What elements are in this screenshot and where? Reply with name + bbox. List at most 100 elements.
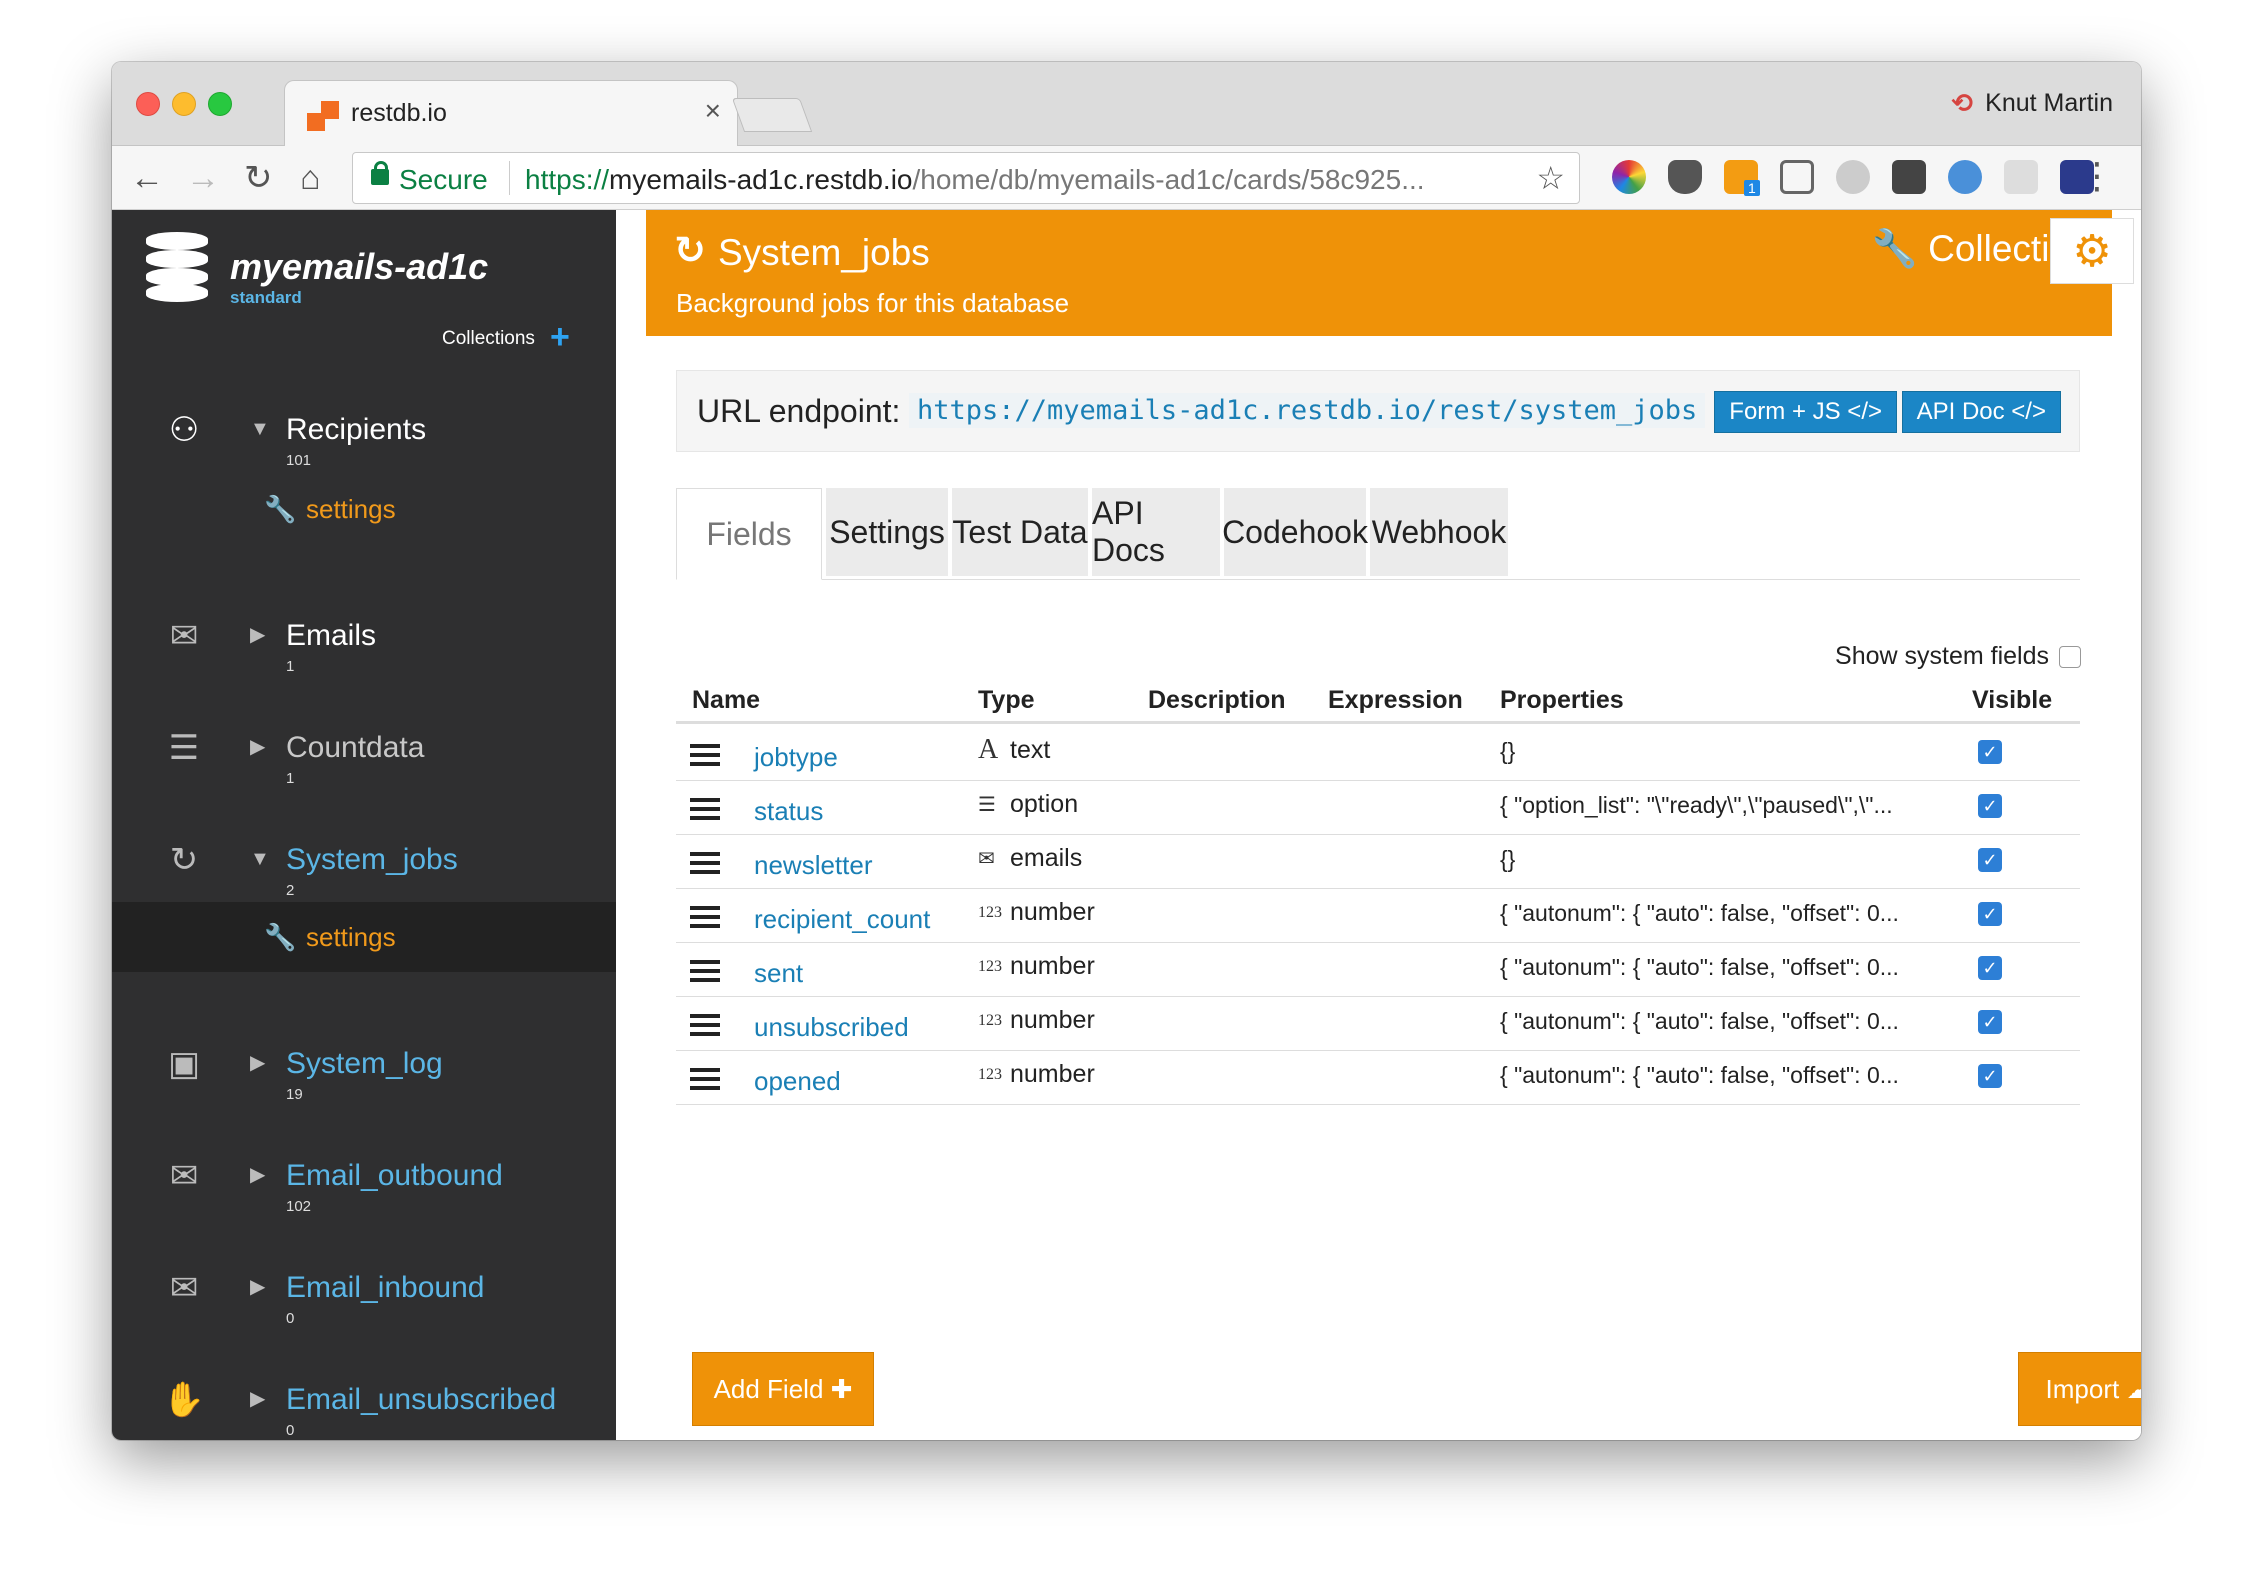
profile-button[interactable]: ⟲ Knut Martin	[1951, 88, 2113, 119]
wrench-icon: 🔧	[264, 922, 297, 952]
show-system-fields-toggle[interactable]: Show system fields	[1835, 642, 2081, 671]
drag-handle-icon[interactable]	[690, 1068, 720, 1090]
drag-handle-icon[interactable]	[690, 744, 720, 766]
endpoint-url[interactable]: https://myemails-ad1c.restdb.io/rest/sys…	[909, 393, 1706, 428]
collections-label[interactable]: Collections	[442, 328, 535, 350]
column-header-visible[interactable]: Visible	[1972, 686, 2052, 715]
tab-settings[interactable]: Settings	[826, 488, 948, 576]
column-header-expression[interactable]: Expression	[1328, 686, 1463, 715]
drag-handle-icon[interactable]	[690, 798, 720, 820]
settings-label: settings	[306, 494, 396, 524]
visible-checkbox[interactable]: ✓	[1978, 1064, 2002, 1088]
drag-handle-icon[interactable]	[690, 906, 720, 928]
caret-down-icon[interactable]: ▼	[250, 844, 270, 874]
visible-checkbox[interactable]: ✓	[1978, 902, 2002, 926]
tab-webhook[interactable]: Webhook	[1370, 488, 1508, 576]
number-type-icon: 123	[978, 1012, 1002, 1029]
tab-fields[interactable]: Fields	[676, 488, 822, 580]
pocket-extension-icon[interactable]	[1668, 160, 1702, 194]
sidebar-settings-recipients[interactable]: 🔧 settings	[112, 474, 616, 544]
field-name-link[interactable]: recipient_count	[754, 904, 930, 935]
column-header-name[interactable]: Name	[692, 686, 760, 715]
envelope-icon: ✉	[169, 617, 199, 655]
table-row[interactable]: recipient_count 123 number { "autonum": …	[676, 890, 2080, 943]
form-js-button[interactable]: Form + JS </>	[1714, 391, 1897, 433]
field-name-link[interactable]: status	[754, 796, 823, 827]
database-name[interactable]: myemails-ad1c	[230, 246, 488, 288]
table-row[interactable]: opened 123 number { "autonum": { "auto":…	[676, 1052, 2080, 1105]
menu-kebab-icon[interactable]: ⋮	[2079, 156, 2115, 196]
back-arrow-icon[interactable]: ←	[130, 158, 164, 198]
database-icon	[146, 232, 208, 302]
home-icon[interactable]: ⌂	[300, 158, 321, 198]
column-header-properties[interactable]: Properties	[1500, 686, 1624, 715]
visible-checkbox[interactable]: ✓	[1978, 1010, 2002, 1034]
forward-arrow-icon[interactable]: →	[186, 158, 220, 198]
tab-api-docs[interactable]: API Docs	[1092, 488, 1220, 576]
caret-right-icon[interactable]: ▶	[250, 1048, 265, 1078]
cast-icon[interactable]	[1780, 160, 1814, 194]
collection-settings-link[interactable]: 🔧 Collectio	[1872, 228, 2070, 271]
api-doc-button[interactable]: API Doc </>	[1901, 391, 2061, 433]
gear-icon[interactable]: ⚙	[2050, 218, 2134, 284]
caret-right-icon[interactable]: ▶	[250, 732, 265, 762]
caret-right-icon[interactable]: ▶	[250, 1384, 265, 1414]
import-button[interactable]: Import ☁	[2018, 1352, 2141, 1426]
visible-checkbox[interactable]: ✓	[1978, 956, 2002, 980]
caret-right-icon[interactable]: ▶	[250, 620, 265, 650]
extension-disabled-icon[interactable]	[1836, 160, 1870, 194]
close-window-button[interactable]	[136, 92, 160, 116]
field-properties: {}	[1500, 738, 1516, 764]
refresh-icon: ↻	[674, 230, 706, 272]
maximize-window-button[interactable]	[208, 92, 232, 116]
show-system-fields-checkbox[interactable]	[2059, 645, 2081, 668]
color-picker-extension-icon[interactable]	[1612, 160, 1646, 194]
tab-codehook[interactable]: Codehook	[1222, 488, 1368, 576]
address-bar[interactable]: Secure https://myemails-ad1c.restdb.io/h…	[352, 152, 1580, 204]
window-extension-icon[interactable]	[1892, 160, 1926, 194]
envelope-icon: ✉	[169, 1157, 199, 1195]
url-path: /home/db/myemails-ad1c/cards/58c925...	[912, 164, 1425, 195]
secure-label: Secure	[399, 164, 488, 195]
table-row[interactable]: sent 123 number { "autonum": { "auto": f…	[676, 944, 2080, 997]
drag-handle-icon[interactable]	[690, 960, 720, 982]
table-row[interactable]: newsletter ✉ emails {} ✓	[676, 836, 2080, 889]
collection-header: ↻ System_jobs Background jobs for this d…	[646, 210, 2134, 336]
table-row[interactable]: jobtype A text {} ✓	[676, 728, 2080, 781]
tab-close-icon[interactable]: ×	[705, 95, 721, 127]
browser-tab[interactable]: restdb.io ×	[284, 80, 738, 147]
table-row[interactable]: status ☰ option { "option_list": "\"read…	[676, 782, 2080, 835]
field-name-link[interactable]: sent	[754, 958, 803, 989]
add-field-button[interactable]: Add Field ✚	[692, 1352, 874, 1426]
tab-test-data[interactable]: Test Data	[952, 488, 1088, 576]
visible-checkbox[interactable]: ✓	[1978, 740, 2002, 764]
field-name-link[interactable]: opened	[754, 1066, 841, 1097]
drag-handle-icon[interactable]	[690, 1014, 720, 1036]
caret-down-icon[interactable]: ▼	[250, 414, 270, 444]
column-header-type[interactable]: Type	[978, 686, 1035, 715]
new-tab-button[interactable]	[731, 98, 813, 132]
add-collection-icon[interactable]: +	[550, 318, 570, 357]
globe-extension-icon[interactable]	[1948, 160, 1982, 194]
caret-right-icon[interactable]: ▶	[250, 1160, 265, 1190]
url-text[interactable]: https://myemails-ad1c.restdb.io/home/db/…	[525, 164, 1425, 196]
sidebar-settings-system-jobs[interactable]: 🔧 settings	[112, 902, 616, 972]
wrench-icon: 🔧	[264, 494, 297, 524]
drag-handle-icon[interactable]	[690, 852, 720, 874]
hand-icon: ✋	[162, 1381, 206, 1419]
field-name-link[interactable]: unsubscribed	[754, 1012, 909, 1043]
column-header-description[interactable]: Description	[1148, 686, 1286, 715]
visible-checkbox[interactable]: ✓	[1978, 794, 2002, 818]
table-row[interactable]: unsubscribed 123 number { "autonum": { "…	[676, 998, 2080, 1051]
bookmark-star-icon[interactable]: ☆	[1536, 159, 1565, 197]
field-name-link[interactable]: newsletter	[754, 850, 873, 881]
url-separator	[509, 161, 510, 195]
sidebar-item-label: System_log	[286, 1047, 443, 1080]
visible-checkbox[interactable]: ✓	[1978, 848, 2002, 872]
screen-extension-icon[interactable]	[2004, 160, 2038, 194]
reload-icon[interactable]: ↻	[244, 158, 273, 198]
minimize-window-button[interactable]	[172, 92, 196, 116]
field-name-link[interactable]: jobtype	[754, 742, 838, 773]
field-properties: {}	[1500, 846, 1516, 872]
caret-right-icon[interactable]: ▶	[250, 1272, 265, 1302]
